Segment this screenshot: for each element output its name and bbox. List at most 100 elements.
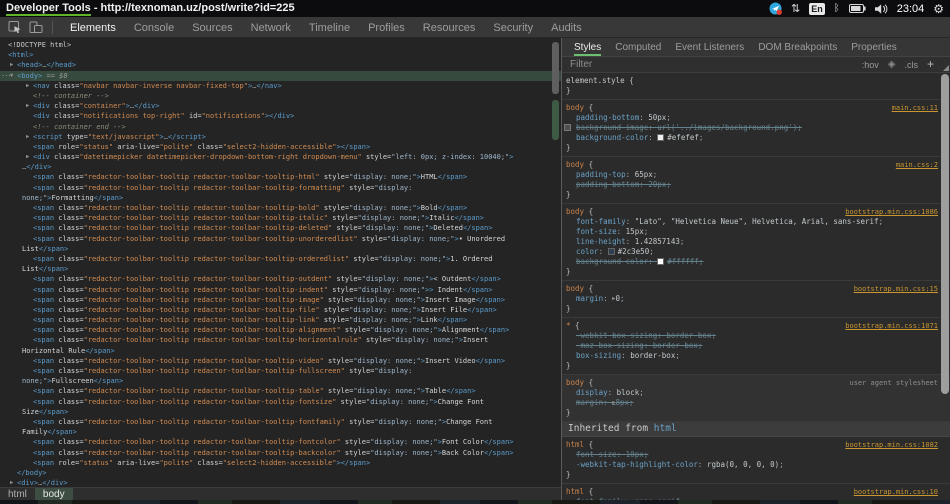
dom-row[interactable]: <!DOCTYPE html> — [0, 40, 561, 50]
dom-row[interactable]: …</div> — [0, 162, 561, 172]
bluetooth-icon[interactable]: ᛒ — [834, 3, 840, 14]
tab-resources[interactable]: Resources — [414, 17, 485, 38]
rule-selector[interactable]: body — [566, 103, 584, 113]
network-arrows-icon[interactable]: ⇅ — [791, 2, 800, 15]
sidebar-tab-event-listeners[interactable]: Event Listeners — [668, 38, 751, 56]
dom-row[interactable]: <span class="redactor-toolbar-tooltip re… — [0, 437, 561, 447]
dom-row[interactable]: <span class="redactor-toolbar-tooltip re… — [0, 172, 561, 182]
dom-row[interactable]: <span class="redactor-toolbar-tooltip re… — [0, 315, 561, 325]
css-property[interactable]: margin: ▶0; — [566, 294, 938, 304]
dom-row[interactable]: <span class="redactor-toolbar-tooltip re… — [0, 295, 561, 305]
css-property[interactable]: margin: ▶8px; — [566, 398, 938, 408]
rule-selector[interactable]: body — [566, 378, 584, 388]
css-property[interactable]: -webkit-tap-highlight-color: rgba(0, 0, … — [566, 460, 938, 470]
dom-row[interactable]: <span class="redactor-toolbar-tooltip re… — [0, 254, 561, 264]
dom-row[interactable]: List</span> — [0, 244, 561, 254]
dom-row[interactable]: </body> — [0, 468, 561, 478]
dom-row[interactable]: none;">Fullscreen</span> — [0, 376, 561, 386]
dom-row[interactable]: <span class="redactor-toolbar-tooltip re… — [0, 213, 561, 223]
rule-source-link[interactable]: main.css:11 — [892, 103, 938, 113]
sidebar-tab-computed[interactable]: Computed — [608, 38, 668, 56]
volume-icon[interactable] — [875, 4, 888, 14]
element-state-icon[interactable]: ◈ — [888, 59, 896, 70]
dom-row[interactable]: <span role="status" aria-live="polite" c… — [0, 142, 561, 152]
color-swatch[interactable] — [657, 134, 664, 141]
css-property[interactable]: padding-bottom: 20px; — [566, 180, 938, 190]
rule-source-link[interactable]: bootstrap.min.css:1071 — [845, 321, 938, 331]
color-swatch[interactable] — [608, 248, 615, 255]
clock[interactable]: 23:04 — [897, 3, 925, 15]
dom-row[interactable]: <span class="redactor-toolbar-tooltip re… — [0, 183, 561, 193]
tab-timeline[interactable]: Timeline — [300, 17, 359, 38]
css-property[interactable]: -webkit-box-sizing: border-box; — [566, 331, 938, 341]
dom-row[interactable]: <!-- container --> — [0, 91, 561, 101]
dom-row[interactable]: <span class="redactor-toolbar-tooltip re… — [0, 417, 561, 427]
rule-source-link[interactable]: bootstrap.min.css:1082 — [845, 440, 938, 450]
dom-row[interactable]: Horizontal Rule</span> — [0, 346, 561, 356]
css-property[interactable]: display: block; — [566, 388, 938, 398]
tab-elements[interactable]: Elements — [61, 17, 125, 38]
battery-icon[interactable] — [849, 4, 866, 13]
session-gear-icon[interactable]: ⚙ — [933, 3, 944, 15]
css-property[interactable]: font-family: "Lato", "Helvetica Neue", H… — [566, 217, 938, 227]
dom-row[interactable]: <span class="redactor-toolbar-tooltip re… — [0, 386, 561, 396]
device-toolbar-icon[interactable] — [29, 20, 43, 34]
dom-row[interactable]: Family</span> — [0, 427, 561, 437]
css-property[interactable]: background-color: #efefef; — [566, 133, 938, 143]
rule-selector[interactable]: html — [566, 440, 584, 450]
dom-row[interactable]: <div class="notifications top-right" id=… — [0, 111, 561, 121]
dom-row[interactable]: <span class="redactor-toolbar-tooltip re… — [0, 366, 561, 376]
sidebar-tab-properties[interactable]: Properties — [844, 38, 904, 56]
property-checkbox[interactable] — [564, 124, 571, 131]
dom-row[interactable]: ▶<head>…</head> — [0, 60, 561, 70]
elements-scrollbar-thumb[interactable] — [552, 42, 559, 94]
dom-row[interactable]: <span class="redactor-toolbar-tooltip re… — [0, 335, 561, 345]
dom-row[interactable]: <html> — [0, 50, 561, 60]
sidebar-tab-styles[interactable]: Styles — [567, 38, 608, 56]
dom-row[interactable]: <span class="redactor-toolbar-tooltip re… — [0, 325, 561, 335]
breadcrumb-html[interactable]: html — [0, 488, 35, 500]
rule-selector[interactable]: html — [566, 487, 584, 497]
rule-source-link[interactable]: main.css:2 — [896, 160, 938, 170]
rule-selector[interactable]: body — [566, 160, 584, 170]
sidebar-tab-dom-breakpoints[interactable]: DOM Breakpoints — [751, 38, 844, 56]
inspect-element-icon[interactable] — [8, 20, 22, 34]
rule-selector[interactable]: body — [566, 207, 584, 217]
styles-scrollbar-thumb[interactable] — [941, 74, 949, 394]
tab-console[interactable]: Console — [125, 17, 183, 38]
css-property[interactable]: -moz-box-sizing: border-box; — [566, 341, 938, 351]
resize-grip-icon[interactable] — [943, 65, 949, 71]
breadcrumb-body[interactable]: body — [35, 488, 73, 500]
dom-row[interactable]: <span class="redactor-toolbar-tooltip re… — [0, 305, 561, 315]
tab-profiles[interactable]: Profiles — [359, 17, 414, 38]
tab-audits[interactable]: Audits — [542, 17, 591, 38]
css-property[interactable]: padding-top: 65px; — [566, 170, 938, 180]
dom-row[interactable]: <span class="redactor-toolbar-tooltip re… — [0, 397, 561, 407]
dom-row[interactable]: <span class="redactor-toolbar-tooltip re… — [0, 274, 561, 284]
css-property[interactable]: font-size: 10px; — [566, 450, 938, 460]
css-property[interactable]: font-size: 15px; — [566, 227, 938, 237]
rule-source-link[interactable]: bootstrap.min.css:1086 — [845, 207, 938, 217]
dom-row[interactable]: ▶<script type="text/javascript">…</scrip… — [0, 132, 561, 142]
rule-selector[interactable]: element.style — [566, 76, 625, 86]
dom-row[interactable]: ▶<div class="datetimepicker datetimepick… — [0, 152, 561, 162]
dom-row[interactable]: <!-- container end --> — [0, 122, 561, 132]
tab-sources[interactable]: Sources — [183, 17, 241, 38]
rule-source-link[interactable]: bootstrap.min.css:15 — [854, 284, 938, 294]
dom-row[interactable]: none;">Formatting</span> — [0, 193, 561, 203]
dom-row[interactable]: Size</span> — [0, 407, 561, 417]
css-property[interactable]: background-color: #ffffff; — [566, 257, 938, 267]
new-style-rule-button[interactable]: + — [927, 60, 934, 69]
dom-row[interactable]: <span class="redactor-toolbar-tooltip re… — [0, 448, 561, 458]
rule-source-link[interactable]: bootstrap.min.css:10 — [854, 487, 938, 497]
dom-row[interactable]: ▶<div class="container">…</div> — [0, 101, 561, 111]
css-property[interactable]: color: #2c3e50; — [566, 247, 938, 257]
tab-network[interactable]: Network — [242, 17, 300, 38]
messenger-icon[interactable] — [769, 2, 782, 15]
toggle-class-cls[interactable]: .cls — [904, 60, 918, 70]
dom-row[interactable]: ▶<nav class="navbar navbar-inverse navba… — [0, 81, 561, 91]
dom-row[interactable]: <span class="redactor-toolbar-tooltip re… — [0, 356, 561, 366]
toggle-element-state-hov[interactable]: :hov — [862, 60, 879, 70]
css-property[interactable]: line-height: 1.42857143; — [566, 237, 938, 247]
dom-row[interactable]: <span role="status" aria-live="polite" c… — [0, 458, 561, 468]
